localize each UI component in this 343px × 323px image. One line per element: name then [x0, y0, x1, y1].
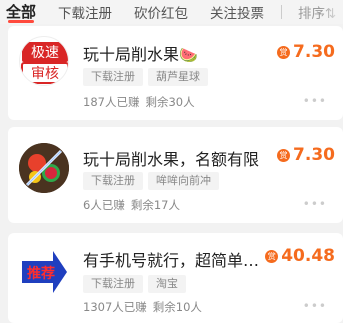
reward-badge-icon: 赏	[277, 149, 291, 162]
tab-all[interactable]: 全部	[6, 1, 36, 22]
remaining-count: 剩余10人	[152, 300, 202, 314]
reward-price: 赏 7.30	[277, 145, 335, 165]
task-type-tag: 下载注册	[83, 68, 143, 86]
task-stats: 187人已赚 剩余30人	[83, 94, 195, 110]
thumb-text-2: 审核	[31, 66, 59, 82]
tab-download-register[interactable]: 下载注册	[58, 2, 112, 22]
more-options-icon[interactable]: •••	[303, 299, 327, 313]
task-card[interactable]: 极速 审核 玩十局削水果🍉 下载注册 葫芦星球 187人已赚 剩余30人 赏 7.3…	[8, 26, 343, 120]
task-card[interactable]: 玩十局削水果，名额有限 下载注册 哞哞向前冲 6人已赚 剩余17人 赏 7.30 •…	[8, 127, 343, 223]
reward-badge-icon: 赏	[265, 250, 279, 263]
app-name-tag: 淘宝	[148, 275, 186, 293]
category-tab-bar: 全部 下载注册 砍价红包 关注投票 排序⇅	[0, 0, 343, 24]
remaining-count: 剩余30人	[145, 95, 195, 109]
tab-bargain-redpacket[interactable]: 砍价红包	[134, 2, 188, 22]
reward-price: 赏 40.48	[265, 246, 335, 266]
reward-price: 赏 7.30	[277, 42, 335, 62]
task-card[interactable]: 推荐 有手机号就行，超简单… 下载注册 淘宝 1307人已赚 剩余10人 赏 40.…	[8, 233, 343, 323]
app-name-tag: 哞哞向前冲	[148, 172, 219, 190]
watermelon-icon: 🍉	[179, 46, 198, 64]
task-title: 有手机号就行，超简单…	[83, 251, 260, 270]
tab-follow-vote[interactable]: 关注投票	[210, 2, 264, 22]
more-options-icon[interactable]: •••	[303, 197, 327, 211]
thumb-text-1: 极速	[31, 45, 59, 61]
fade-overlay	[320, 0, 343, 24]
earned-count: 1307人已赚	[83, 300, 147, 314]
express-review-thumbnail: 极速 审核	[19, 36, 69, 86]
task-title: 玩十局削水果，名额有限	[83, 150, 260, 169]
fruit-ninja-icon	[19, 143, 69, 193]
earned-count: 6人已赚	[83, 198, 125, 212]
task-title: 玩十局削水果🍉	[83, 45, 198, 64]
more-options-icon[interactable]: •••	[303, 94, 327, 108]
thumb-text: 推荐	[27, 265, 55, 282]
recommend-thumbnail: 推荐	[19, 247, 69, 297]
task-type-tag: 下载注册	[83, 275, 143, 293]
tab-divider	[281, 5, 282, 19]
remaining-count: 剩余17人	[130, 198, 180, 212]
reward-badge-icon: 赏	[277, 46, 291, 59]
task-type-tag: 下载注册	[83, 172, 143, 190]
task-stats: 6人已赚 剩余17人	[83, 197, 180, 213]
active-tab-indicator	[8, 20, 34, 23]
earned-count: 187人已赚	[83, 95, 140, 109]
task-stats: 1307人已赚 剩余10人	[83, 299, 202, 315]
app-name-tag: 葫芦星球	[148, 68, 208, 86]
